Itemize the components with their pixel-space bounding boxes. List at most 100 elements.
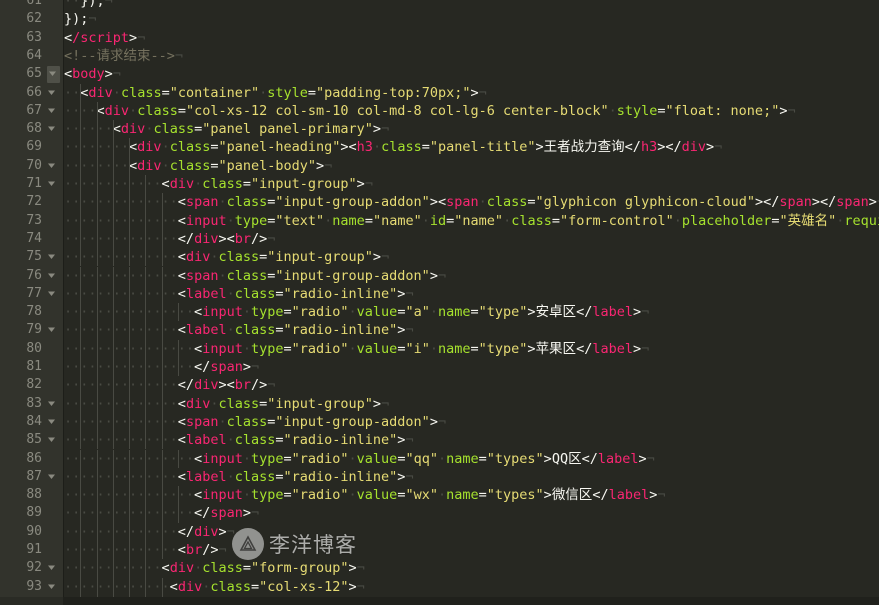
code-line[interactable]: ··············</div><br/>¬ bbox=[64, 230, 275, 248]
code-token-tag: div bbox=[681, 139, 706, 156]
gutter-line[interactable]: 92 bbox=[0, 559, 63, 577]
fold-arrow-icon[interactable] bbox=[47, 66, 60, 84]
gutter-line[interactable]: 62 bbox=[0, 10, 63, 28]
code-line[interactable]: ················<input·type="radio"·valu… bbox=[64, 486, 666, 504]
gutter-line[interactable]: 61 bbox=[0, 0, 63, 10]
code-token-ws: ·············· bbox=[64, 413, 178, 430]
gutter-line[interactable]: 88 bbox=[0, 486, 63, 504]
indent-guide bbox=[162, 358, 163, 377]
line-number-gutter[interactable]: 61 62 63 64 65 66 67 68 69 70 71 72 73 74 75 76 77 78 79 80… bbox=[0, 0, 63, 605]
gutter-line[interactable]: 75 bbox=[0, 248, 63, 266]
code-line[interactable]: ··<div·class="container"·style="padding-… bbox=[64, 84, 487, 102]
gutter-line[interactable]: 89 bbox=[0, 504, 63, 522]
gutter-line[interactable]: 70 bbox=[0, 157, 63, 175]
fold-arrow-icon[interactable] bbox=[47, 325, 58, 336]
fold-arrow-icon[interactable] bbox=[47, 252, 58, 263]
fold-arrow-icon[interactable] bbox=[47, 435, 58, 446]
code-token-ws: · bbox=[112, 84, 121, 101]
gutter-line[interactable]: 79 bbox=[0, 321, 63, 339]
indent-guide bbox=[113, 467, 114, 487]
fold-arrow-icon[interactable] bbox=[47, 271, 58, 282]
code-token-attr: class bbox=[234, 285, 276, 302]
code-line[interactable]: ··············<label·class="radio-inline… bbox=[64, 431, 414, 449]
gutter-line[interactable]: 83 bbox=[0, 395, 63, 413]
gutter-line[interactable]: 91 bbox=[0, 541, 63, 559]
fold-arrow-icon[interactable] bbox=[47, 472, 58, 483]
code-line[interactable]: ················<input·type="radio"·valu… bbox=[64, 450, 655, 468]
code-line[interactable]: ··············<label·class="radio-inline… bbox=[64, 321, 414, 339]
code-line[interactable]: ··············</div>¬ bbox=[64, 523, 235, 541]
code-editor[interactable]: ··});¬});¬ </script>¬ <!--请求结束-->¬ <body>¬ ·… bbox=[0, 0, 879, 605]
gutter-line[interactable]: 68 bbox=[0, 120, 63, 138]
gutter-line[interactable]: 67 bbox=[0, 102, 63, 120]
code-line[interactable]: ··············<span·class="input-group-a… bbox=[64, 193, 879, 211]
code-token-punc: </ bbox=[177, 230, 195, 247]
indent-guide bbox=[97, 175, 98, 194]
code-line[interactable]: ··············<label·class="radio-inline… bbox=[64, 285, 414, 303]
code-line[interactable]: ··············<span·class="input-group-a… bbox=[64, 413, 446, 431]
code-token-ws: ·············· bbox=[64, 285, 178, 302]
gutter-line[interactable]: 76 bbox=[0, 267, 63, 285]
code-token-punc: > bbox=[129, 29, 138, 46]
code-line[interactable]: ····<div·class="col-xs-12 col-sm-10 col-… bbox=[64, 102, 796, 120]
code-line[interactable]: ················<input·type="radio"·valu… bbox=[64, 303, 649, 321]
indent-guide bbox=[97, 376, 98, 395]
gutter-line[interactable]: 73 bbox=[0, 212, 63, 230]
fold-arrow-icon[interactable] bbox=[47, 399, 58, 410]
indent-guide bbox=[129, 211, 130, 230]
fold-arrow-icon[interactable] bbox=[47, 161, 58, 172]
gutter-line[interactable]: 71 bbox=[0, 175, 63, 193]
gutter-line[interactable]: 77 bbox=[0, 285, 63, 303]
gutter-line[interactable]: 81 bbox=[0, 358, 63, 376]
gutter-line[interactable]: 64 bbox=[0, 47, 63, 65]
code-line[interactable]: ··});¬ bbox=[64, 0, 113, 10]
fold-arrow-icon[interactable] bbox=[47, 582, 58, 593]
code-token-tag: div bbox=[120, 121, 146, 138]
gutter-line[interactable]: 90 bbox=[0, 523, 63, 541]
code-line[interactable]: ··············<span·class="input-group-a… bbox=[64, 267, 446, 285]
gutter-line[interactable]: 78 bbox=[0, 303, 63, 321]
gutter-line[interactable]: 84 bbox=[0, 413, 63, 431]
code-token-str: "a" bbox=[405, 304, 430, 321]
gutter-line[interactable]: 63 bbox=[0, 29, 63, 47]
fold-arrow-icon[interactable] bbox=[47, 88, 58, 99]
gutter-line[interactable]: 82 bbox=[0, 376, 63, 394]
gutter-line[interactable]: 80 bbox=[0, 340, 63, 358]
code-line[interactable]: ·············<div·class="col-xs-12">¬ bbox=[64, 578, 365, 596]
code-line[interactable]: ············<div·class="form-group">¬ bbox=[64, 559, 365, 577]
code-line[interactable]: <!--请求结束-->¬ bbox=[64, 47, 183, 65]
code-line[interactable]: </script>¬ bbox=[64, 29, 145, 47]
fold-arrow-icon[interactable] bbox=[47, 563, 58, 574]
code-token-attr: class bbox=[202, 560, 243, 577]
gutter-line[interactable]: 74 bbox=[0, 230, 63, 248]
code-line[interactable]: ··············</div><br/>¬ bbox=[64, 376, 275, 394]
code-line[interactable]: <body>¬ bbox=[64, 65, 121, 83]
gutter-line[interactable]: 85 bbox=[0, 431, 63, 449]
horizontal-scrollbar-track[interactable] bbox=[0, 597, 879, 605]
fold-arrow-icon[interactable] bbox=[47, 289, 58, 300]
gutter-line[interactable]: 66 bbox=[0, 84, 63, 102]
indent-guide bbox=[113, 504, 114, 523]
code-line[interactable]: ········<div·class="panel-heading"><h3·c… bbox=[64, 138, 722, 156]
code-line[interactable]: ················<input·type="radio"·valu… bbox=[64, 340, 649, 358]
code-line[interactable]: });¬ bbox=[64, 10, 97, 28]
code-line[interactable]: ········<div·class="panel-body">¬ bbox=[64, 157, 332, 175]
fold-arrow-icon[interactable] bbox=[47, 179, 58, 190]
gutter-line[interactable]: 86 bbox=[0, 450, 63, 468]
fold-arrow-icon[interactable] bbox=[47, 106, 58, 117]
gutter-line[interactable]: 69 bbox=[0, 138, 63, 156]
code-line[interactable]: ··············<input·type="text"·name="n… bbox=[64, 212, 879, 230]
code-line[interactable]: ··············<label·class="radio-inline… bbox=[64, 468, 414, 486]
code-content-area[interactable]: ··});¬});¬ </script>¬ <!--请求结束-->¬ <body>¬ ·… bbox=[64, 0, 879, 605]
gutter-line[interactable]: 65 bbox=[0, 65, 63, 84]
gutter-line[interactable]: 72 bbox=[0, 193, 63, 211]
fold-arrow-icon[interactable] bbox=[47, 417, 58, 428]
code-token-eol: ¬ bbox=[641, 304, 650, 321]
gutter-line[interactable]: 93 bbox=[0, 578, 63, 596]
line-number: 91 bbox=[26, 542, 42, 557]
code-token-attr: type bbox=[250, 340, 284, 357]
code-line[interactable]: ············<div·class="input-group">¬ bbox=[64, 175, 373, 193]
gutter-line[interactable]: 87 bbox=[0, 468, 63, 486]
fold-arrow-icon[interactable] bbox=[47, 124, 58, 135]
code-token-eq: = bbox=[478, 487, 487, 504]
